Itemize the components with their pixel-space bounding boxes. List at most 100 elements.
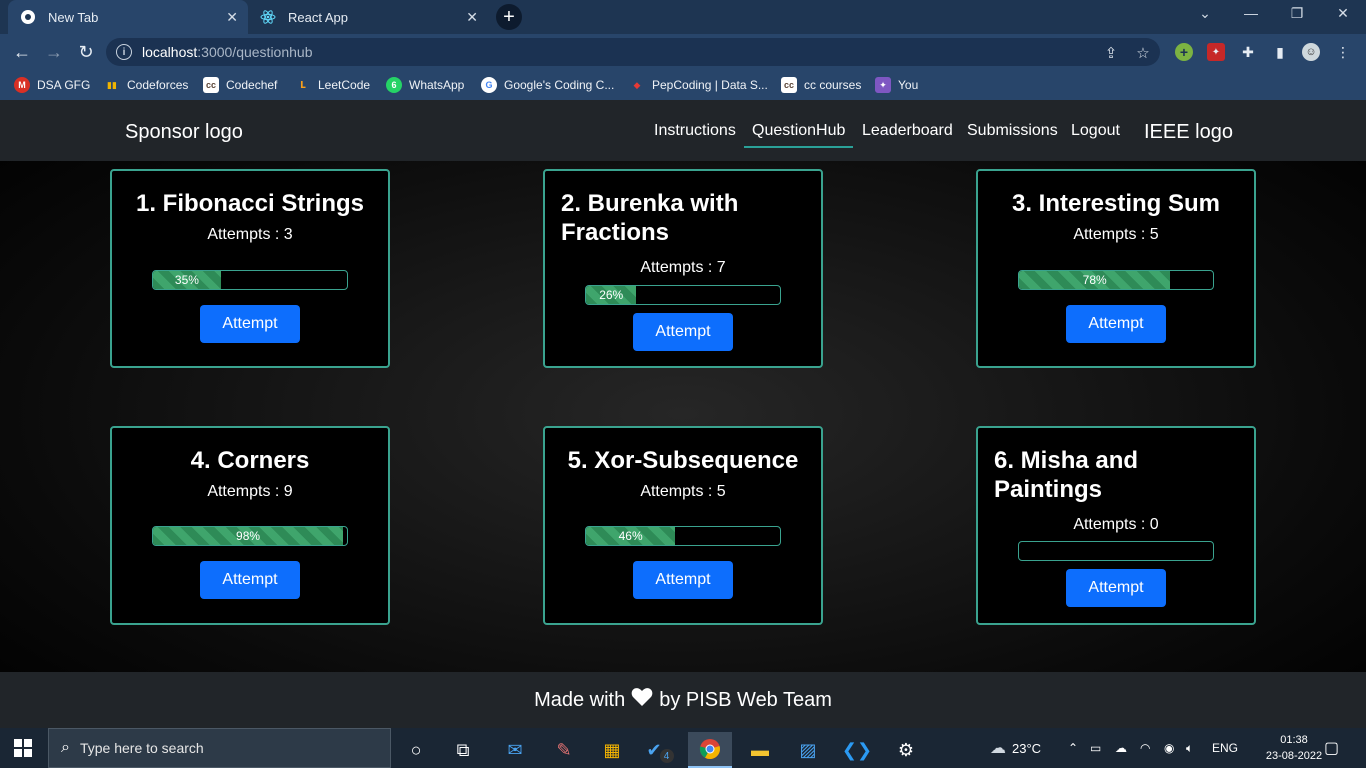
tray-overflow-chevron-icon[interactable]: ⌃ [1068,728,1078,768]
attempts-count: Attempts : 3 [207,226,293,243]
question-card: 3. Interesting Sum Attempts : 5 78% Atte… [976,169,1256,368]
windows-start-icon[interactable] [14,739,32,757]
google-icon: G [481,77,497,93]
tab-search-chevron-icon[interactable]: ⌄ [1193,5,1217,22]
progress-fill: 26% [586,286,637,304]
mail-icon[interactable]: ✉ [493,732,537,768]
nav-questionhub[interactable]: QuestionHub [744,122,854,148]
nav-leaderboard[interactable]: Leaderboard [862,122,953,140]
attempt-button[interactable]: Attempt [1066,305,1166,343]
chrome-taskbar-icon[interactable] [688,732,732,768]
browser-tabstrip: New Tab ✕ React App ✕ + ⌄ — ❐ ✕ [0,0,1366,34]
bookmarks-bar: M DSA GFG ▮▮ Codeforces cc Codechef ᒪ LeetCo… [0,70,1366,100]
question-title: 6. Misha and Paintings [994,447,1139,503]
photos-icon[interactable]: ▨ [786,732,830,768]
meet-icon[interactable]: ◉ [1164,728,1174,768]
task-view-icon[interactable]: ⧉ [441,732,485,768]
vscode-icon[interactable]: ❮❯ [835,732,879,768]
bookmark-codeforces[interactable]: ▮▮ Codeforces [104,76,188,94]
volume-icon[interactable]: 🔈︎ [1186,728,1193,768]
attempt-button[interactable]: Attempt [633,313,733,351]
browser-toolbar: ← → ↻ i localhost:3000/questionhub ⇪ ☆ +… [0,34,1366,70]
close-icon[interactable]: ✕ [226,9,238,26]
question-card: 2. Burenka with Fractions Attempts : 7 2… [543,169,823,368]
settings-gear-icon[interactable]: ⚙ [884,732,928,768]
profile-avatar-icon[interactable]: ☺ [1302,43,1320,61]
onedrive-icon[interactable]: ☁ [1115,728,1127,768]
you-icon: ✦ [875,77,891,93]
progress-bar: 26% [585,285,781,305]
clock-time: 01:38 [1280,734,1308,746]
nav-logout[interactable]: Logout [1071,122,1120,140]
progress-bar: 78% [1018,270,1214,290]
restore-icon[interactable]: ❐ [1285,5,1309,22]
extension-plus-icon[interactable]: + [1175,43,1193,61]
footer-text-after: by PISB Web Team [659,688,832,711]
ieee-logo: IEEE logo [1144,121,1233,143]
tab-title: New Tab [48,9,99,25]
bookmark-leetcode[interactable]: ᒪ LeetCode [295,76,370,94]
question-card: 6. Misha and Paintings Attempts : 0 Atte… [976,426,1256,625]
back-arrow-icon[interactable]: ← [10,40,34,64]
progress-fill: 98% [153,527,344,545]
attempt-button[interactable]: Attempt [1066,569,1166,607]
todo-icon[interactable]: ✔ 4 [638,732,682,768]
react-icon [260,9,276,25]
attempt-button[interactable]: Attempt [200,561,300,599]
extension-red-icon[interactable]: ✦ [1207,43,1225,61]
bookmark-star-icon[interactable]: ☆ [1134,44,1152,62]
gmail-icon: M [14,77,30,93]
attempt-button[interactable]: Attempt [633,561,733,599]
bookmark-you[interactable]: ✦ You [875,76,918,94]
reload-icon[interactable]: ↻ [74,40,98,64]
taskbar-search-input[interactable]: ⌕ Type here to search [48,728,391,768]
search-icon: ⌕ [61,739,70,756]
progress-bar: 98% [152,526,348,546]
bookmark-whatsapp[interactable]: 6 WhatsApp [386,76,464,94]
side-panel-icon[interactable]: ▮ [1271,43,1289,61]
bookmark-dsa-gfg[interactable]: M DSA GFG [14,76,90,94]
bookmark-cc-courses[interactable]: cc cc courses [781,76,861,94]
new-tab-button[interactable]: + [496,4,522,30]
clock[interactable]: 01:38 23-08-2022 [1262,732,1326,764]
cortana-icon[interactable]: ○ [394,732,438,768]
minimize-icon[interactable]: — [1239,5,1263,21]
tab-new-tab[interactable]: New Tab ✕ [8,0,248,34]
search-placeholder: Type here to search [79,740,204,756]
progress-bar: 46% [585,526,781,546]
attempt-button[interactable]: Attempt [200,305,300,343]
battery-icon[interactable]: ▭ [1090,728,1101,768]
forward-arrow-icon[interactable]: → [42,40,66,64]
bookmark-codechef[interactable]: cc Codechef [203,76,277,94]
bookmark-google-coding[interactable]: G Google's Coding C... [481,76,614,94]
progress-fill: 46% [586,527,676,545]
footer: Made with by PISB Web Team [0,672,1366,728]
close-icon[interactable]: ✕ [466,9,478,26]
close-window-icon[interactable]: ✕ [1331,5,1355,22]
wifi-icon[interactable]: ◠ [1140,728,1150,768]
nav-instructions[interactable]: Instructions [654,122,736,140]
sponsor-logo: Sponsor logo [125,121,243,143]
attempts-count: Attempts : 5 [1073,226,1159,243]
paint-icon[interactable]: ✎ [542,732,586,768]
codeforces-icon: ▮▮ [107,79,117,90]
bookmark-pepcoding[interactable]: ◆ PepCoding | Data S... [629,76,768,94]
tab-react-app[interactable]: React App ✕ [248,0,488,34]
language-indicator[interactable]: ENG [1212,728,1238,768]
address-bar[interactable]: i localhost:3000/questionhub ⇪ ☆ [106,38,1160,66]
whatsapp-icon: 6 [386,77,402,93]
share-icon[interactable]: ⇪ [1102,44,1120,62]
menu-kebab-icon[interactable]: ⋮ [1334,43,1352,61]
notifications-icon[interactable]: ▢ [1324,728,1339,768]
codechef-icon: cc [781,77,797,93]
file-explorer-icon[interactable]: ▬ [738,732,782,768]
question-title: 4. Corners [190,447,310,474]
weather-temp: 23°C [1012,740,1042,756]
nav-submissions[interactable]: Submissions [967,122,1058,140]
weather-widget[interactable]: ☁ 23°C [990,728,1041,768]
site-info-icon[interactable]: i [116,44,132,60]
store-icon[interactable]: ▦ [590,732,634,768]
extensions-puzzle-icon[interactable]: ✚ [1239,43,1257,61]
attempts-count: Attempts : 7 [640,259,726,276]
progress-bar: 35% [152,270,348,290]
